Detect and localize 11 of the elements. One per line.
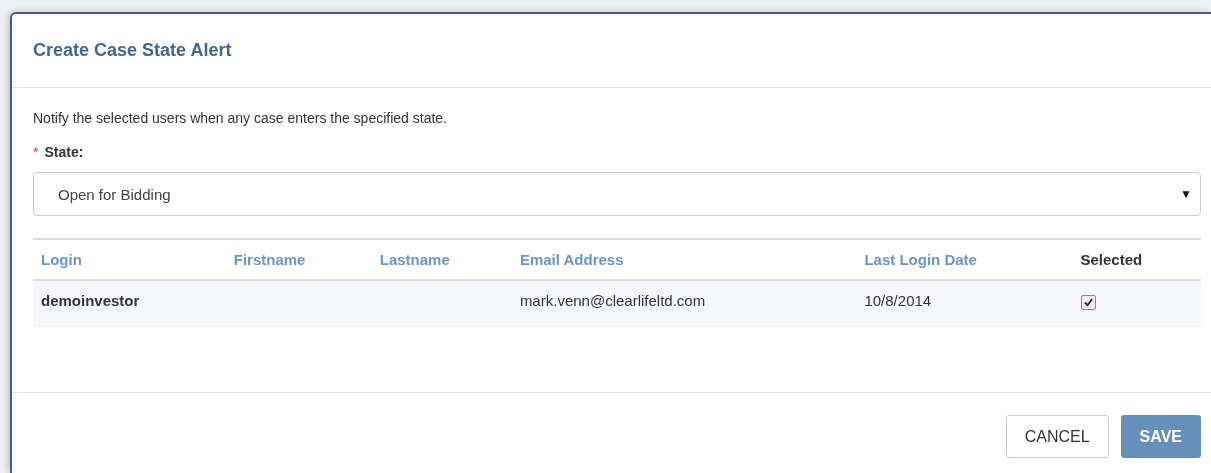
cancel-button[interactable]: CANCEL [1005,415,1109,458]
checkbox[interactable] [1080,295,1096,310]
state-label: State: [44,144,84,160]
table-cell: mark.venn@clearlifeltd.com [511,280,857,327]
dialog-title: Create Case State Alert [33,40,232,61]
table-cell: demoinvestor [33,280,226,327]
table-cell: 10/8/2014 [856,280,1073,327]
required-mark: * [33,144,39,160]
save-button[interactable]: SAVE [1120,415,1201,458]
state-select[interactable]: Open for Bidding ▼ [33,172,1201,216]
description: Notify the selected users when any case enters the specified state. [33,110,448,126]
